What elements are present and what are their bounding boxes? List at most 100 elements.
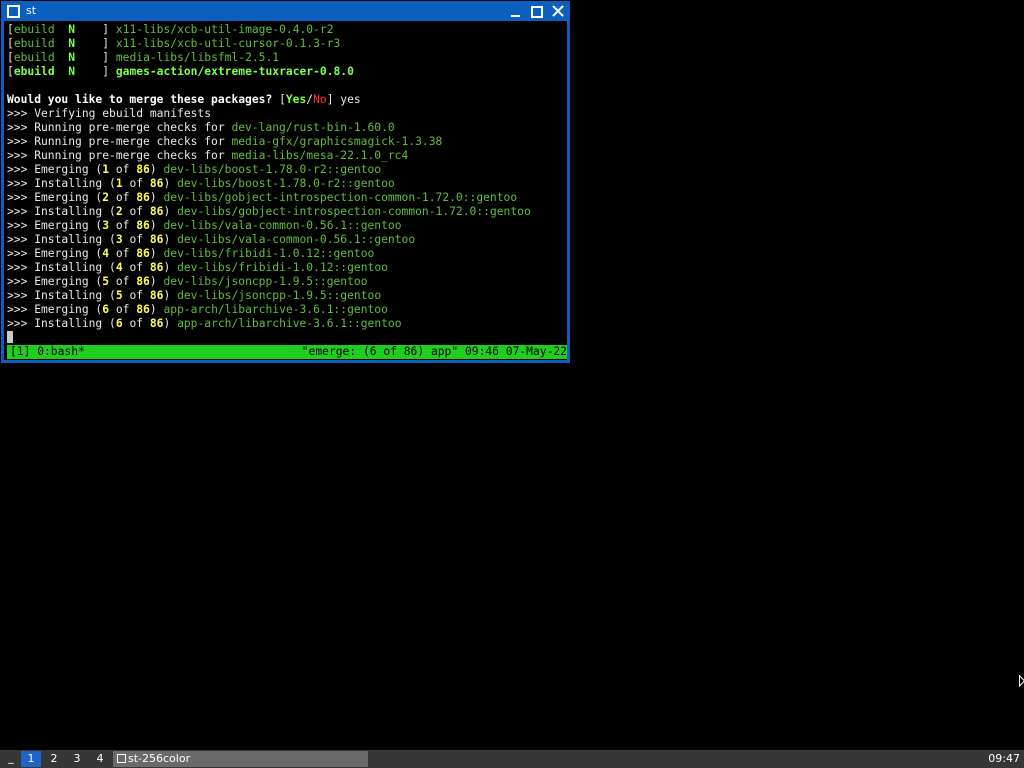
terminal-text: ] [75,37,116,50]
terminal-text: >>> Emerging ( [7,247,103,260]
terminal-text: >>> Installing ( [7,261,116,274]
terminal-text: 6 [115,317,123,330]
workspace-4[interactable]: 4 [90,751,110,767]
terminal-text: 2 [102,191,110,204]
workspace-1[interactable]: 1 [21,751,41,767]
terminal-line: >>> Installing (5 of 86) dev-libs/jsoncp… [7,289,531,303]
terminal-text: ) [163,289,178,302]
terminal-text: dev-libs/boost-1.78.0-r2::gentoo [177,177,395,190]
workspace-3[interactable]: 3 [67,751,87,767]
maximize-button[interactable] [528,3,546,19]
terminal-text: >>> Installing ( [7,233,116,246]
terminal-text: 86 [149,177,164,190]
terminal-text: media-libs/mesa-22.1.0_rc4 [231,149,409,162]
close-button[interactable] [549,3,567,19]
terminal-text: dev-libs/vala-common-0.56.1::gentoo [163,219,402,232]
terminal-text: ) [163,317,178,330]
minimize-icon [511,15,520,17]
workspace-2[interactable]: 2 [44,751,64,767]
terminal-text: ] [75,23,116,36]
terminal-text: >>> Verifying ebuild manifests [7,107,212,120]
terminal-text: [ [7,37,14,50]
terminal-text: 5 [102,275,110,288]
terminal-text: 86 [149,205,164,218]
terminal-line: >>> Emerging (1 of 86) dev-libs/boost-1.… [7,163,531,177]
terminal-line: Would you like to merge these packages? … [7,93,531,107]
terminal-text: of [109,191,137,204]
terminal-text: dev-lang/rust-bin-1.60.0 [231,121,395,134]
terminal-text: ) [163,177,178,190]
desktop: st [ebuild N ] x11-libs/xcb-util-image-0… [0,0,1024,768]
terminal-text: >>> Installing ( [7,205,116,218]
terminal-text: 86 [136,303,150,316]
terminal-screen[interactable]: [ebuild N ] x11-libs/xcb-util-image-0.4.… [4,21,567,360]
window-titlebar[interactable]: st [1,1,570,21]
launcher-button[interactable]: _ [2,750,20,768]
terminal-text: of [122,261,150,274]
terminal-text: 1 [102,163,110,176]
terminal-text: 86 [149,261,164,274]
terminal-text: of [122,289,150,302]
terminal-line: >>> Emerging (3 of 86) dev-libs/vala-com… [7,219,531,233]
terminal-line: >>> Installing (6 of 86) app-arch/libarc… [7,317,531,331]
terminal-text: No [313,93,327,106]
terminal-line: >>> Running pre-merge checks for media-l… [7,149,531,163]
tmux-status-right: "emerge: (6 of 86) app" 09:46 07-May-22 [301,345,567,358]
terminal-line: >>> Running pre-merge checks for media-g… [7,135,531,149]
terminal-text: 86 [149,289,164,302]
terminal-line: >>> Installing (3 of 86) dev-libs/vala-c… [7,233,531,247]
terminal-line: >>> Emerging (6 of 86) app-arch/libarchi… [7,303,531,317]
terminal-line: [ebuild N ] games-action/extreme-tuxrace… [7,65,531,79]
terminal-text: media-libs/libsfml-2.5.1 [115,51,280,64]
terminal-text: 86 [149,233,164,246]
terminal-line: >>> Verifying ebuild manifests [7,107,531,121]
terminal-text: dev-libs/jsoncpp-1.9.5::gentoo [163,275,368,288]
taskbar-task-st[interactable]: st-256color [113,751,368,767]
terminal-text: ] yes [326,93,361,106]
terminal-text: >>> Running pre-merge checks for [7,149,232,162]
terminal-text: ) [149,191,164,204]
terminal-text: media-gfx/graphicsmagick-1.3.38 [231,135,443,148]
terminal-text: >>> Installing ( [7,317,116,330]
terminal-text: >>> Installing ( [7,177,116,190]
terminal-text: [ [7,51,14,64]
terminal-text: ) [163,205,178,218]
terminal-text: 86 [136,275,150,288]
terminal-text: 86 [136,191,150,204]
minimize-button[interactable] [507,3,525,19]
terminal-text: >>> Emerging ( [7,275,103,288]
terminal-text: Yes [285,93,307,106]
terminal-text: ) [163,261,178,274]
terminal-text: 3 [102,219,110,232]
terminal-text: of [109,163,137,176]
terminal-window[interactable]: st [ebuild N ] x11-libs/xcb-util-image-0… [1,1,570,363]
terminal-text: 86 [136,219,150,232]
terminal-text: ] [75,51,116,64]
terminal-text: >>> Installing ( [7,289,116,302]
terminal-text: ebuild [13,51,55,64]
terminal-text: >>> Running pre-merge checks for [7,121,232,134]
terminal-text: dev-libs/gobject-introspection-common-1.… [177,205,531,218]
terminal-text: ] [75,65,116,78]
terminal-output: [ebuild N ] x11-libs/xcb-util-image-0.4.… [7,23,531,331]
terminal-text: ) [149,247,164,260]
terminal-line: >>> Emerging (2 of 86) dev-libs/gobject-… [7,191,531,205]
window-icon[interactable] [7,5,20,18]
taskbar: _ 1 2 3 4 st-256color 09:47 [0,750,1024,768]
text-cursor [7,331,13,343]
terminal-text: 86 [149,317,164,330]
terminal-text: of [122,205,150,218]
terminal-text: of [109,247,137,260]
terminal-text: app-arch/libarchive-3.6.1::gentoo [177,317,402,330]
terminal-text: of [122,233,150,246]
terminal-text: [ [7,23,14,36]
mouse-pointer-icon [1019,675,1024,687]
tmux-status-bar: [1] 0:bash* "emerge: (6 of 86) app" 09:4… [7,345,567,359]
terminal-text: >>> Emerging ( [7,191,103,204]
terminal-text: >>> Running pre-merge checks for [7,135,232,148]
terminal-text: ebuild [13,65,55,78]
